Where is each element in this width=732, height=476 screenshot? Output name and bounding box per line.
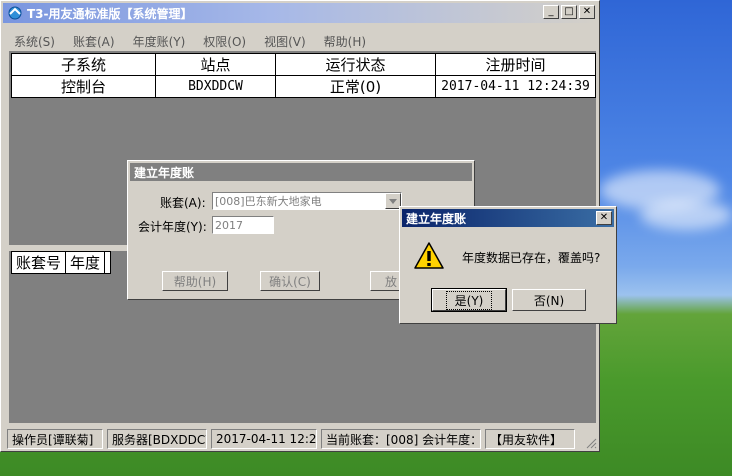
table-header-row: 账套号 年度 bbox=[10, 251, 112, 274]
menu-permission[interactable]: 权限(O) bbox=[192, 33, 253, 50]
menu-system[interactable]: 系统(S) bbox=[3, 33, 62, 50]
abandon-button[interactable]: 放 bbox=[370, 271, 400, 291]
maximize-icon: □ bbox=[564, 6, 574, 17]
sessions-table: 子系统 站点 运行状态 注册时间 控制台 BDXDDCW 正常(0) 2017-… bbox=[11, 53, 596, 98]
app-icon bbox=[7, 5, 23, 21]
menu-account[interactable]: 账套(A) bbox=[62, 33, 122, 50]
dialog-title: 建立年度账 bbox=[134, 165, 195, 180]
column-header-account-no[interactable]: 账套号 bbox=[10, 251, 67, 274]
window-title: T3-用友通标准版【系统管理】 bbox=[27, 6, 193, 21]
year-label: 会计年度(Y): bbox=[138, 220, 207, 234]
account-select-value: [008]巴东新大地家电 bbox=[215, 195, 322, 208]
resize-grip-icon[interactable] bbox=[585, 437, 597, 449]
confirm-button[interactable]: 确认(C) bbox=[260, 271, 320, 291]
menu-help[interactable]: 帮助(H) bbox=[313, 33, 373, 50]
status-operator: 操作员[谭联菊] bbox=[7, 429, 103, 449]
cell-status: 正常(0) bbox=[275, 75, 436, 98]
column-header-station[interactable]: 站点 bbox=[155, 53, 276, 76]
maximize-button[interactable]: □ bbox=[561, 5, 577, 19]
year-input[interactable]: 2017 bbox=[212, 216, 274, 234]
dialog-title: 建立年度账 bbox=[406, 211, 467, 226]
dialog-title-bar[interactable]: 建立年度账 ✕ bbox=[402, 209, 614, 227]
menu-bar: 系统(S) 账套(A) 年度账(Y) 权限(O) 视图(V) 帮助(H) bbox=[3, 31, 373, 51]
confirm-overwrite-dialog: 建立年度账 ✕ 年度数据已存在，覆盖吗? 是(Y) 否(N) bbox=[399, 206, 617, 324]
dialog-close-button[interactable]: ✕ bbox=[596, 211, 612, 225]
status-current-account: 当前账套：[008] 会计年度：[ bbox=[321, 429, 481, 449]
warning-icon bbox=[414, 241, 444, 271]
minimize-button[interactable]: _ bbox=[543, 5, 559, 19]
status-bar: 操作员[谭联菊] 服务器[BDXDDCW] 2017-04-11 12:28 当… bbox=[7, 429, 575, 449]
status-server: 服务器[BDXDDCW] bbox=[107, 429, 207, 449]
column-header-more[interactable] bbox=[104, 251, 112, 274]
account-select[interactable]: [008]巴东新大地家电 bbox=[212, 192, 402, 210]
close-icon: ✕ bbox=[599, 212, 609, 223]
status-datetime: 2017-04-11 12:28 bbox=[211, 429, 317, 449]
accounts-table: 账套号 年度 bbox=[10, 251, 112, 274]
cell-station: BDXDDCW bbox=[155, 75, 276, 98]
column-header-login-time[interactable]: 注册时间 bbox=[435, 53, 596, 76]
column-header-subsystem[interactable]: 子系统 bbox=[11, 53, 156, 76]
column-header-year[interactable]: 年度 bbox=[65, 251, 106, 274]
desktop-cloud bbox=[640, 200, 732, 230]
minimize-icon: _ bbox=[548, 6, 554, 17]
dialog-message: 年度数据已存在，覆盖吗? bbox=[462, 251, 601, 265]
title-bar[interactable]: T3-用友通标准版【系统管理】 _ □ ✕ bbox=[3, 3, 597, 23]
yes-button-label: 是(Y) bbox=[445, 290, 493, 310]
yes-button[interactable]: 是(Y) bbox=[431, 288, 507, 312]
account-label: 账套(A): bbox=[160, 196, 206, 210]
menu-view[interactable]: 视图(V) bbox=[253, 33, 313, 50]
table-header-row: 子系统 站点 运行状态 注册时间 bbox=[11, 53, 596, 76]
cell-subsystem: 控制台 bbox=[11, 75, 156, 98]
no-button[interactable]: 否(N) bbox=[512, 289, 586, 311]
cell-login-time: 2017-04-11 12:24:39 bbox=[435, 75, 596, 98]
status-brand: 【用友软件】 bbox=[485, 429, 575, 449]
close-icon: ✕ bbox=[582, 6, 592, 17]
column-header-status[interactable]: 运行状态 bbox=[275, 53, 436, 76]
menu-year-account[interactable]: 年度账(Y) bbox=[122, 33, 193, 50]
table-row[interactable]: 控制台 BDXDDCW 正常(0) 2017-04-11 12:24:39 bbox=[11, 75, 596, 98]
help-button[interactable]: 帮助(H) bbox=[162, 271, 228, 291]
close-button[interactable]: ✕ bbox=[579, 5, 595, 19]
dialog-title-bar[interactable]: 建立年度账 bbox=[130, 163, 472, 181]
